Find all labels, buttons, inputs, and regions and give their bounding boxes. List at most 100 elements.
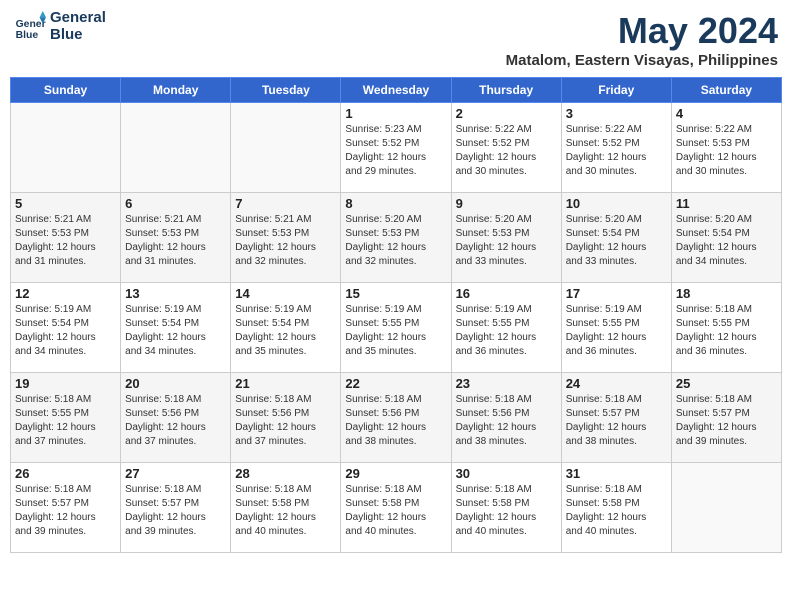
day-info: Sunrise: 5:20 AMSunset: 5:54 PMDaylight:… <box>676 213 777 269</box>
calendar-cell: 17 Sunrise: 5:19 AMSunset: 5:55 PMDayligh… <box>561 283 671 373</box>
calendar-cell: 28Sunrise: 5:18 AMSunset: 5:58 PMDayligh… <box>231 463 341 553</box>
day-number: 18 <box>676 286 777 301</box>
day-number: 7 <box>235 196 336 211</box>
day-number: 26 <box>15 466 116 481</box>
day-number: 1 <box>345 106 446 121</box>
calendar-cell: 25 Sunrise: 5:18 AMSunset: 5:57 PMDayligh… <box>671 373 781 463</box>
weekday-header-monday: Monday <box>121 78 231 103</box>
day-number: 9 <box>456 196 557 211</box>
calendar-cell: 29Sunrise: 5:18 AMSunset: 5:58 PMDayligh… <box>341 463 451 553</box>
weekday-header-sunday: Sunday <box>11 78 121 103</box>
day-number: 27 <box>125 466 226 481</box>
day-info: Sunrise: 5:18 AMSunset: 5:57 PMDaylight:… <box>676 393 777 449</box>
day-number: 30 <box>456 466 557 481</box>
calendar-cell <box>11 103 121 193</box>
calendar-cell <box>231 103 341 193</box>
day-number: 8 <box>345 196 446 211</box>
calendar-cell: 18 Sunrise: 5:18 AMSunset: 5:55 PMDayligh… <box>671 283 781 373</box>
calendar-cell: 22 Sunrise: 5:18 AMSunset: 5:56 PMDayligh… <box>341 373 451 463</box>
calendar-cell: 6 Sunrise: 5:21 AMSunset: 5:53 PMDaylight… <box>121 193 231 283</box>
svg-text:Blue: Blue <box>16 30 39 41</box>
day-info: Sunrise: 5:21 AMSunset: 5:53 PMDaylight:… <box>235 213 336 269</box>
weekday-header-saturday: Saturday <box>671 78 781 103</box>
page-header: General Blue General Blue May 2024 Matal… <box>10 10 782 69</box>
day-info: Sunrise: 5:22 AMSunset: 5:53 PMDaylight:… <box>676 123 777 179</box>
day-number: 6 <box>125 196 226 211</box>
logo: General Blue General Blue <box>14 10 106 43</box>
day-info: Sunrise: 5:20 AMSunset: 5:53 PMDaylight:… <box>345 213 446 269</box>
day-number: 21 <box>235 376 336 391</box>
calendar-cell: 9 Sunrise: 5:20 AMSunset: 5:53 PMDaylight… <box>451 193 561 283</box>
day-info: Sunrise: 5:18 AMSunset: 5:58 PMDaylight:… <box>566 483 667 539</box>
calendar-cell <box>671 463 781 553</box>
calendar-table: SundayMondayTuesdayWednesdayThursdayFrid… <box>10 77 782 553</box>
day-info: Sunrise: 5:18 AMSunset: 5:56 PMDaylight:… <box>345 393 446 449</box>
day-number: 24 <box>566 376 667 391</box>
day-info: Sunrise: 5:19 AMSunset: 5:54 PMDaylight:… <box>125 303 226 359</box>
day-number: 22 <box>345 376 446 391</box>
calendar-cell: 12Sunrise: 5:19 AMSunset: 5:54 PMDayligh… <box>11 283 121 373</box>
day-info: Sunrise: 5:19 AMSunset: 5:54 PMDaylight:… <box>235 303 336 359</box>
day-number: 25 <box>676 376 777 391</box>
calendar-cell: 24Sunrise: 5:18 AMSunset: 5:57 PMDayligh… <box>561 373 671 463</box>
calendar-cell: 11 Sunrise: 5:20 AMSunset: 5:54 PMDayligh… <box>671 193 781 283</box>
day-info: Sunrise: 5:20 AMSunset: 5:53 PMDaylight:… <box>456 213 557 269</box>
calendar-cell: 26Sunrise: 5:18 AMSunset: 5:57 PMDayligh… <box>11 463 121 553</box>
weekday-header-wednesday: Wednesday <box>341 78 451 103</box>
week-row-2: 5 Sunrise: 5:21 AMSunset: 5:53 PMDaylight… <box>11 193 782 283</box>
day-number: 12 <box>15 286 116 301</box>
day-number: 5 <box>15 196 116 211</box>
day-info: Sunrise: 5:20 AMSunset: 5:54 PMDaylight:… <box>566 213 667 269</box>
day-number: 31 <box>566 466 667 481</box>
day-number: 15 <box>345 286 446 301</box>
weekday-header-friday: Friday <box>561 78 671 103</box>
week-row-4: 19 Sunrise: 5:18 AMSunset: 5:55 PMDayligh… <box>11 373 782 463</box>
day-info: Sunrise: 5:18 AMSunset: 5:55 PMDaylight:… <box>676 303 777 359</box>
calendar-cell: 16Sunrise: 5:19 AMSunset: 5:55 PMDayligh… <box>451 283 561 373</box>
calendar-cell: 20Sunrise: 5:18 AMSunset: 5:56 PMDayligh… <box>121 373 231 463</box>
day-info: Sunrise: 5:19 AMSunset: 5:55 PMDaylight:… <box>566 303 667 359</box>
calendar-cell: 4Sunrise: 5:22 AMSunset: 5:53 PMDaylight… <box>671 103 781 193</box>
day-info: Sunrise: 5:18 AMSunset: 5:58 PMDaylight:… <box>235 483 336 539</box>
calendar-cell: 30 Sunrise: 5:18 AMSunset: 5:58 PMDayligh… <box>451 463 561 553</box>
day-info: Sunrise: 5:18 AMSunset: 5:58 PMDaylight:… <box>456 483 557 539</box>
day-info: Sunrise: 5:18 AMSunset: 5:57 PMDaylight:… <box>125 483 226 539</box>
week-row-1: 1 Sunrise: 5:23 AMSunset: 5:52 PMDaylight… <box>11 103 782 193</box>
calendar-cell: 10Sunrise: 5:20 AMSunset: 5:54 PMDayligh… <box>561 193 671 283</box>
calendar-cell: 23 Sunrise: 5:18 AMSunset: 5:56 PMDayligh… <box>451 373 561 463</box>
weekday-header-thursday: Thursday <box>451 78 561 103</box>
day-number: 29 <box>345 466 446 481</box>
day-number: 11 <box>676 196 777 211</box>
day-number: 20 <box>125 376 226 391</box>
day-number: 3 <box>566 106 667 121</box>
day-number: 2 <box>456 106 557 121</box>
weekday-header-row: SundayMondayTuesdayWednesdayThursdayFrid… <box>11 78 782 103</box>
week-row-3: 12 Sunrise: 5:19 AMSunset: 5:54 PMDayligh… <box>11 283 782 373</box>
day-info: Sunrise: 5:21 AMSunset: 5:53 PMDaylight:… <box>125 213 226 269</box>
logo-text-general: General <box>50 10 106 27</box>
day-number: 14 <box>235 286 336 301</box>
calendar-cell: 21Sunrise: 5:18 AMSunset: 5:56 PMDayligh… <box>231 373 341 463</box>
day-info: Sunrise: 5:19 AMSunset: 5:55 PMDaylight:… <box>456 303 557 359</box>
day-info: Sunrise: 5:23 AMSunset: 5:52 PMDaylight:… <box>345 123 446 179</box>
weekday-header-tuesday: Tuesday <box>231 78 341 103</box>
day-info: Sunrise: 5:21 AMSunset: 5:53 PMDaylight:… <box>15 213 116 269</box>
calendar-cell: 27 Sunrise: 5:18 AMSunset: 5:57 PMDayligh… <box>121 463 231 553</box>
day-info: Sunrise: 5:22 AMSunset: 5:52 PMDaylight:… <box>566 123 667 179</box>
calendar-cell: 5 Sunrise: 5:21 AMSunset: 5:53 PMDaylight… <box>11 193 121 283</box>
calendar-cell: 14 Sunrise: 5:19 AMSunset: 5:54 PMDayligh… <box>231 283 341 373</box>
month-title: May 2024 <box>506 10 778 52</box>
calendar-cell: 2 Sunrise: 5:22 AMSunset: 5:52 PMDaylight… <box>451 103 561 193</box>
day-number: 17 <box>566 286 667 301</box>
calendar-cell: 7 Sunrise: 5:21 AMSunset: 5:53 PMDaylight… <box>231 193 341 283</box>
location-title: Matalom, Eastern Visayas, Philippines <box>506 52 778 69</box>
day-number: 23 <box>456 376 557 391</box>
calendar-cell: 19 Sunrise: 5:18 AMSunset: 5:55 PMDayligh… <box>11 373 121 463</box>
day-info: Sunrise: 5:19 AMSunset: 5:55 PMDaylight:… <box>345 303 446 359</box>
day-info: Sunrise: 5:18 AMSunset: 5:56 PMDaylight:… <box>456 393 557 449</box>
day-info: Sunrise: 5:22 AMSunset: 5:52 PMDaylight:… <box>456 123 557 179</box>
day-info: Sunrise: 5:18 AMSunset: 5:55 PMDaylight:… <box>15 393 116 449</box>
day-number: 19 <box>15 376 116 391</box>
logo-icon: General Blue <box>14 11 46 43</box>
day-number: 13 <box>125 286 226 301</box>
